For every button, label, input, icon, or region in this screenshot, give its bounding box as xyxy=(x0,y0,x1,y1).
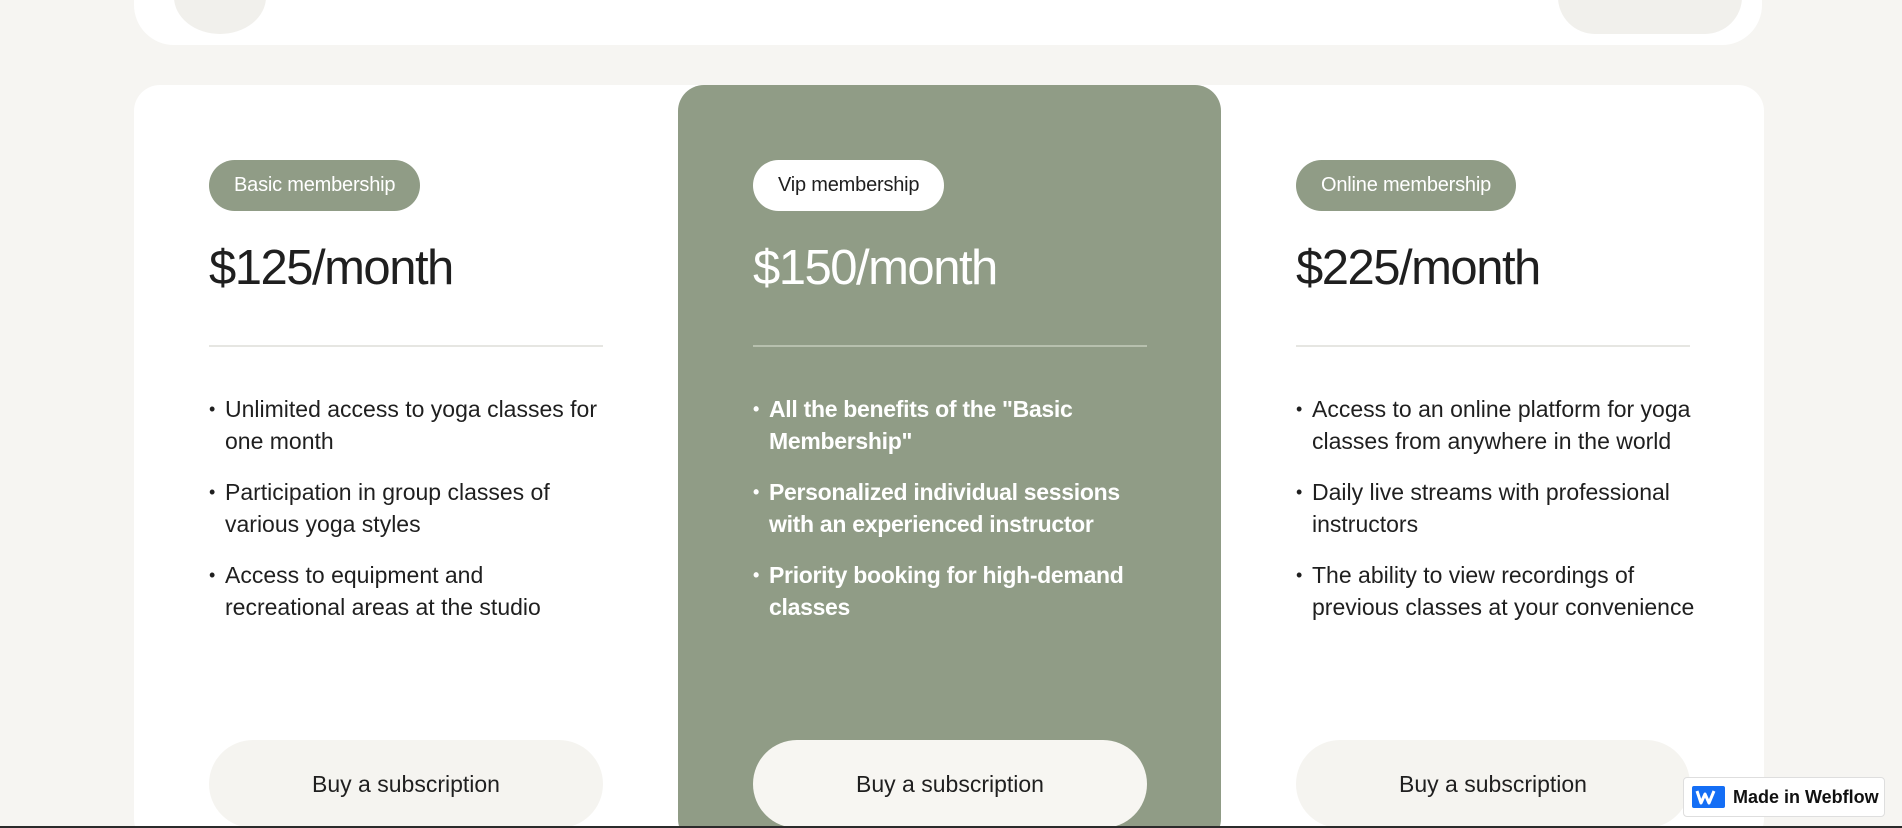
feature-item: Access to an online platform for yoga cl… xyxy=(1296,393,1696,457)
plan-tag: Vip membership xyxy=(753,160,945,211)
divider xyxy=(753,345,1147,347)
feature-list: All the benefits of the "Basic Membershi… xyxy=(753,393,1153,642)
feature-item: Participation in group classes of variou… xyxy=(209,476,609,540)
buy-subscription-button[interactable]: Buy a subscription xyxy=(753,740,1147,828)
previous-section-card xyxy=(134,0,1762,45)
feature-item: Unlimited access to yoga classes for one… xyxy=(209,393,609,457)
feature-item: Priority booking for high-demand classes xyxy=(753,559,1153,623)
plan-tag: Online membership xyxy=(1296,160,1517,211)
plan-price: $125/month xyxy=(209,241,454,295)
plan-price: $225/month xyxy=(1296,241,1541,295)
plan-card-online: Online membership $225/month Access to a… xyxy=(1221,85,1764,828)
made-in-webflow-badge[interactable]: Made in Webflow xyxy=(1683,777,1885,817)
badge-label: Made in Webflow xyxy=(1733,786,1879,807)
webflow-logo-icon xyxy=(1692,785,1725,809)
previous-section-avatar xyxy=(174,0,266,34)
plan-tag: Basic membership xyxy=(209,160,421,211)
plan-card-basic: Basic membership $125/month Unlimited ac… xyxy=(134,85,677,828)
previous-section-button[interactable] xyxy=(1558,0,1742,34)
feature-item: Access to equipment and recreational are… xyxy=(209,559,609,623)
divider xyxy=(1296,345,1690,347)
buy-subscription-button[interactable]: Buy a subscription xyxy=(209,740,603,828)
feature-list: Access to an online platform for yoga cl… xyxy=(1296,393,1696,642)
feature-item: All the benefits of the "Basic Membershi… xyxy=(753,393,1153,457)
divider xyxy=(209,345,603,347)
feature-item: Personalized individual sessions with an… xyxy=(753,476,1153,540)
buy-subscription-button[interactable]: Buy a subscription xyxy=(1296,740,1690,828)
plan-card-vip: Vip membership $150/month All the benefi… xyxy=(678,85,1221,828)
feature-item: The ability to view recordings of previo… xyxy=(1296,559,1696,623)
feature-list: Unlimited access to yoga classes for one… xyxy=(209,393,609,642)
feature-item: Daily live streams with professional ins… xyxy=(1296,476,1696,540)
plan-price: $150/month xyxy=(753,241,998,295)
